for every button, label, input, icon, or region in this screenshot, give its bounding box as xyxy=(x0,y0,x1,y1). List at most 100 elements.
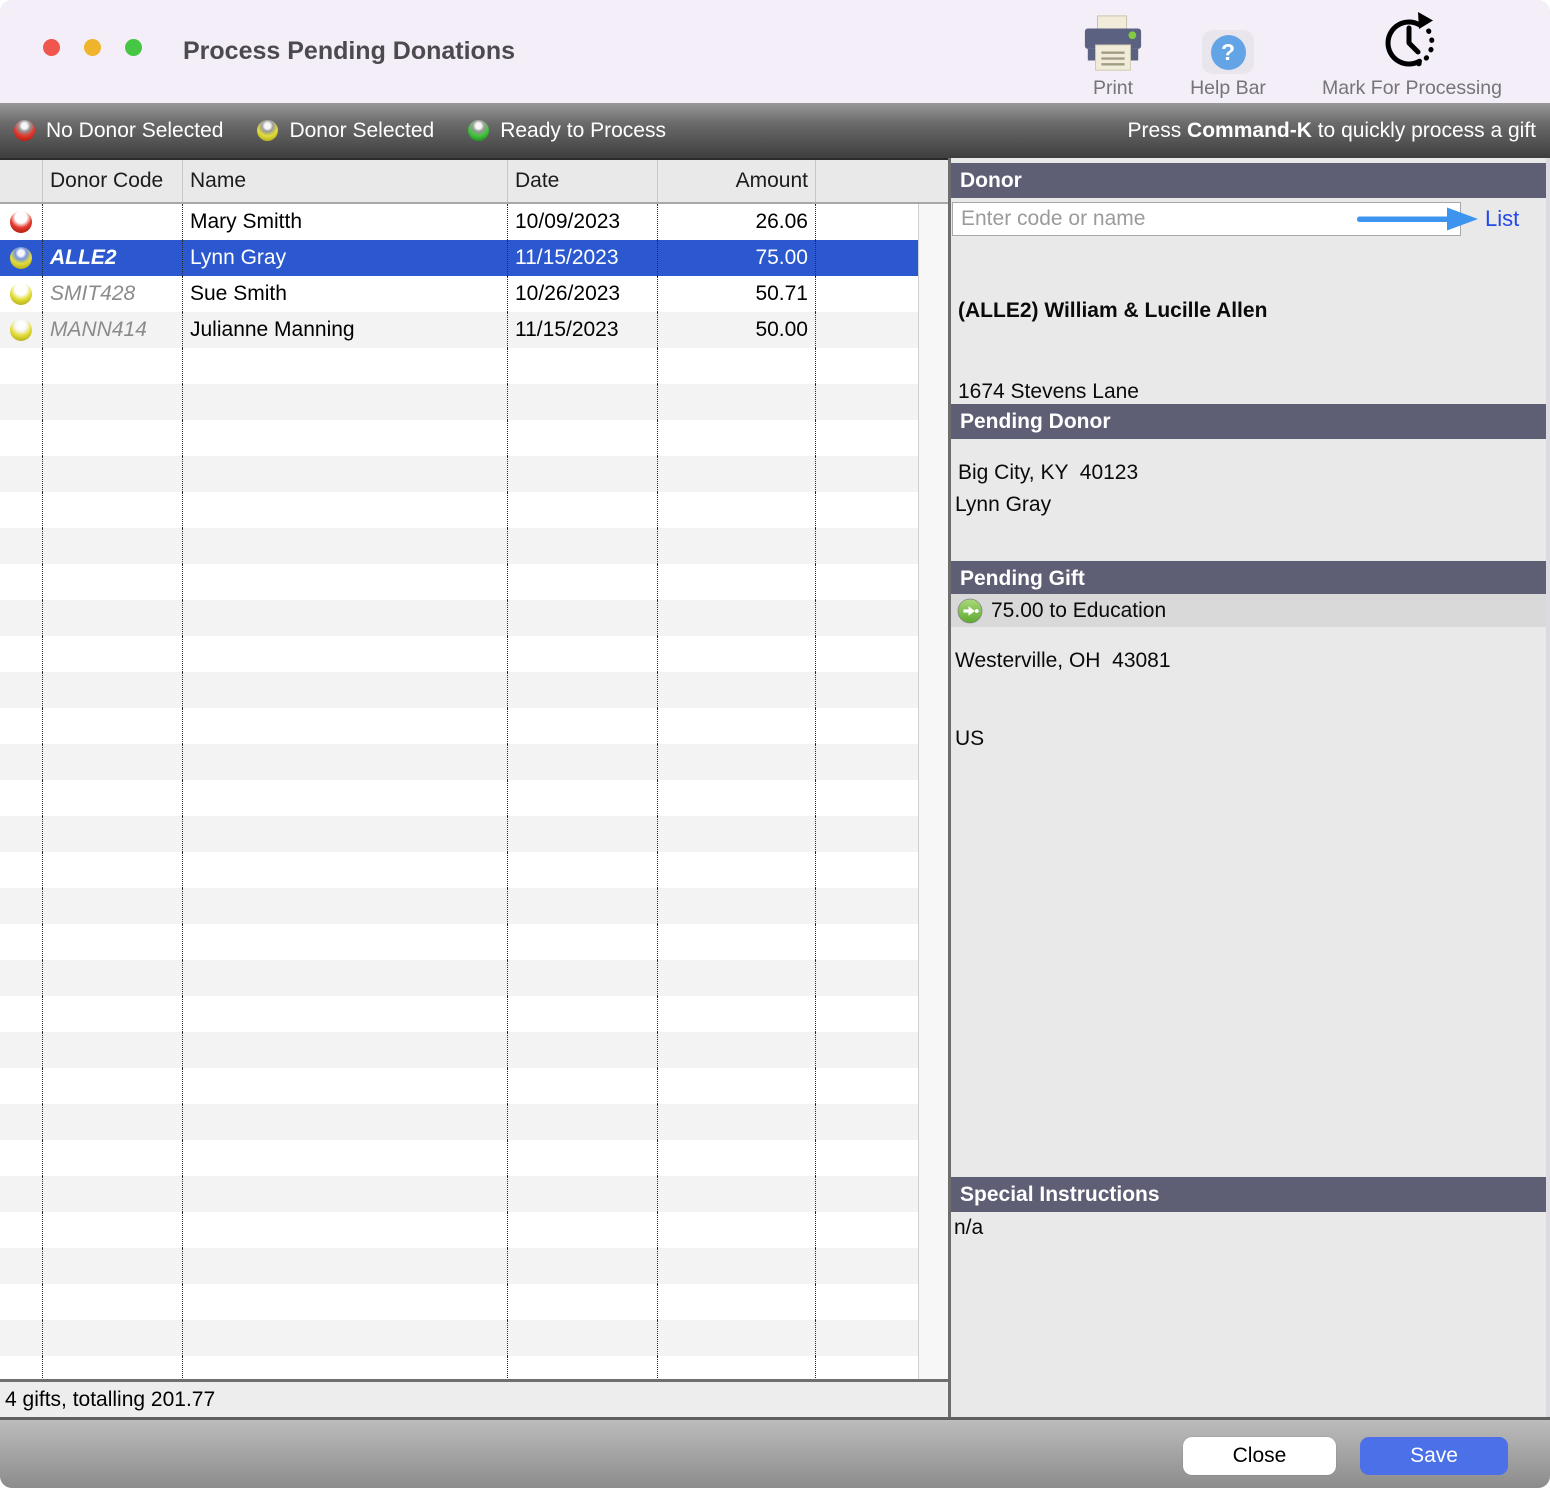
date-cell xyxy=(508,1320,658,1356)
table-row-empty xyxy=(0,960,918,996)
amount-cell xyxy=(658,1320,816,1356)
name-cell xyxy=(183,492,508,528)
yellow-status-icon xyxy=(10,247,32,269)
amount-cell xyxy=(658,384,816,420)
donor-code-cell xyxy=(43,924,183,960)
status-cell xyxy=(0,744,43,780)
name-cell xyxy=(183,1104,508,1140)
amount-cell: 50.00 xyxy=(658,312,816,348)
donor-code-cell xyxy=(43,780,183,816)
name-cell xyxy=(183,744,508,780)
extra-cell xyxy=(816,1104,918,1140)
status-cell xyxy=(0,492,43,528)
extra-cell xyxy=(816,816,918,852)
column-header-name: Name xyxy=(183,160,508,202)
special-instructions-text: n/a xyxy=(954,1215,983,1241)
bottom-bar: Close Save xyxy=(0,1420,1550,1488)
amount-cell xyxy=(658,528,816,564)
status-cell xyxy=(0,456,43,492)
minimize-window-button[interactable] xyxy=(84,39,101,56)
table-row-empty xyxy=(0,456,918,492)
status-cell xyxy=(0,1356,43,1379)
table-row-empty xyxy=(0,1248,918,1284)
detail-panel: Donor List (ALLE2) William & Lucille All… xyxy=(951,158,1546,1420)
table-row-empty xyxy=(0,1212,918,1248)
name-cell xyxy=(183,1248,508,1284)
gift-arrow-icon xyxy=(957,598,983,624)
close-button[interactable]: Close xyxy=(1183,1437,1336,1475)
print-button[interactable]: Print xyxy=(1063,8,1163,100)
print-icon xyxy=(1082,14,1144,74)
column-header-donor-code: Donor Code xyxy=(43,160,183,202)
status-cell xyxy=(0,1320,43,1356)
amount-cell: 50.71 xyxy=(658,276,816,312)
extra-cell xyxy=(816,708,918,744)
mark-for-processing-label: Mark For Processing xyxy=(1322,77,1502,100)
date-cell xyxy=(508,672,658,708)
extra-cell xyxy=(816,456,918,492)
status-cell xyxy=(0,348,43,384)
extra-cell xyxy=(816,528,918,564)
table-row-empty xyxy=(0,600,918,636)
donor-code-cell xyxy=(43,528,183,564)
table-row[interactable]: MANN414Julianne Manning11/15/202350.00 xyxy=(0,312,918,348)
extra-cell xyxy=(816,276,918,312)
table-row[interactable]: Mary Smitth10/09/202326.06 xyxy=(0,204,918,240)
date-cell xyxy=(508,528,658,564)
extra-cell xyxy=(816,492,918,528)
amount-cell xyxy=(658,744,816,780)
extra-cell xyxy=(816,204,918,240)
table-scrollbar[interactable] xyxy=(918,204,948,1379)
donor-code-cell xyxy=(43,708,183,744)
amount-cell xyxy=(658,1356,816,1379)
list-link[interactable]: List xyxy=(1485,204,1519,234)
column-header-date: Date xyxy=(508,160,658,202)
yellow-status-icon xyxy=(257,120,278,141)
donor-code-cell xyxy=(43,348,183,384)
status-cell xyxy=(0,384,43,420)
status-cell xyxy=(0,1212,43,1248)
amount-cell xyxy=(658,816,816,852)
extra-cell xyxy=(816,960,918,996)
table-row-empty xyxy=(0,888,918,924)
yellow-status-icon xyxy=(10,319,32,341)
amount-cell xyxy=(658,456,816,492)
donor-code-cell xyxy=(43,1284,183,1320)
table-row[interactable]: SMIT428Sue Smith10/26/202350.71 xyxy=(0,276,918,312)
status-cell xyxy=(0,708,43,744)
name-cell xyxy=(183,1176,508,1212)
amount-cell xyxy=(658,348,816,384)
amount-cell xyxy=(658,996,816,1032)
date-cell xyxy=(508,996,658,1032)
name-cell xyxy=(183,708,508,744)
close-window-button[interactable] xyxy=(43,39,60,56)
help-bar-label: Help Bar xyxy=(1190,77,1266,100)
donor-code-cell xyxy=(43,420,183,456)
table-row-empty xyxy=(0,708,918,744)
amount-cell xyxy=(658,1140,816,1176)
amount-cell xyxy=(658,924,816,960)
extra-cell xyxy=(816,240,918,276)
name-cell xyxy=(183,564,508,600)
donor-code-cell xyxy=(43,1104,183,1140)
pending-gift-item[interactable]: 75.00 to Education xyxy=(951,594,1546,627)
date-cell xyxy=(508,420,658,456)
save-button[interactable]: Save xyxy=(1360,1437,1508,1475)
donor-section-header: Donor xyxy=(951,163,1546,198)
zoom-window-button[interactable] xyxy=(125,39,142,56)
help-bar-button[interactable]: ? Help Bar xyxy=(1163,8,1293,100)
table-row-empty xyxy=(0,636,918,672)
column-header-amount: Amount xyxy=(658,160,816,202)
mark-for-processing-button[interactable]: Mark For Processing xyxy=(1295,8,1529,100)
name-cell: Mary Smitth xyxy=(183,204,508,240)
donor-code-cell xyxy=(43,816,183,852)
date-cell xyxy=(508,456,658,492)
name-cell: Julianne Manning xyxy=(183,312,508,348)
name-cell xyxy=(183,924,508,960)
table-row-empty xyxy=(0,1320,918,1356)
donor-code-cell xyxy=(43,960,183,996)
donor-code-cell xyxy=(43,672,183,708)
table-row[interactable]: ALLE2Lynn Gray11/15/202375.00 xyxy=(0,240,918,276)
name-cell xyxy=(183,456,508,492)
extra-cell xyxy=(816,996,918,1032)
